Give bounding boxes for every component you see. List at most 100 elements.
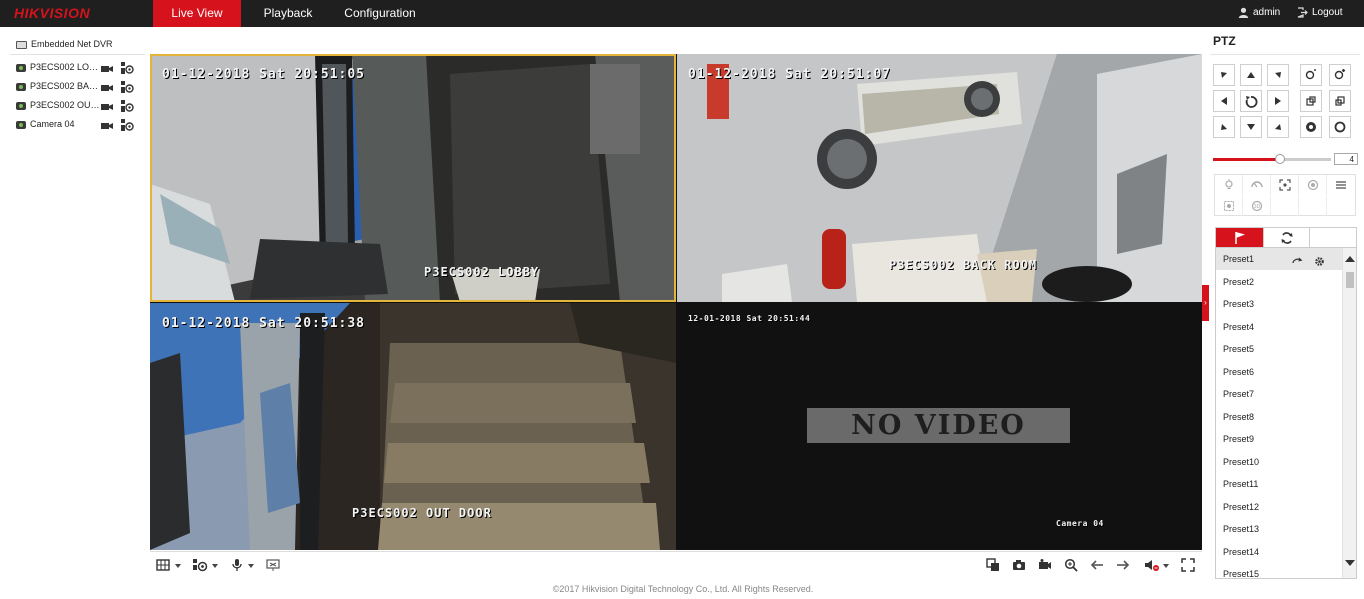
ptz-control-icon[interactable] bbox=[121, 81, 134, 96]
iris-open-button[interactable] bbox=[1329, 116, 1351, 138]
arrow-up-right-icon bbox=[1275, 72, 1281, 78]
preset-item[interactable]: Preset10 bbox=[1216, 451, 1343, 473]
lens-initialization-button[interactable] bbox=[1299, 175, 1327, 195]
preset-item[interactable]: Preset15 bbox=[1216, 563, 1343, 578]
zoom-out-button[interactable] bbox=[1300, 64, 1322, 86]
camera-tree-item[interactable]: P3ECS002 LOBBY bbox=[16, 61, 141, 77]
chevron-down-icon[interactable] bbox=[212, 564, 218, 568]
preset-item[interactable]: Preset14 bbox=[1216, 541, 1343, 563]
stream-icon bbox=[193, 559, 208, 572]
ptz-speed-handle[interactable] bbox=[1275, 154, 1286, 164]
stop-all-preview-button[interactable] bbox=[986, 558, 1002, 574]
chevron-down-icon[interactable] bbox=[175, 564, 181, 568]
chevron-down-icon[interactable] bbox=[248, 564, 254, 568]
video-tile-2[interactable]: 01-12-2018 Sat 20:51:07 P3ECS002 BACK RO… bbox=[677, 54, 1202, 302]
zoom-in-icon bbox=[1334, 69, 1345, 80]
preset-item[interactable]: Preset12 bbox=[1216, 496, 1343, 518]
preset-label: Preset6 bbox=[1223, 366, 1255, 377]
ptz-control-icon[interactable] bbox=[121, 100, 134, 115]
preset-item[interactable]: Preset5 bbox=[1216, 338, 1343, 360]
ptz-left-button[interactable] bbox=[1213, 90, 1235, 112]
record-icon[interactable] bbox=[101, 121, 113, 132]
scroll-down-arrow[interactable] bbox=[1345, 560, 1355, 566]
chevron-down-icon[interactable] bbox=[1163, 564, 1169, 568]
3d-positioning-button[interactable]: 3D bbox=[1243, 196, 1271, 216]
preset-item[interactable]: Preset6 bbox=[1216, 361, 1343, 383]
tab-patrol[interactable] bbox=[1263, 228, 1310, 248]
preset-item[interactable]: Preset1 bbox=[1216, 248, 1343, 270]
preset-item[interactable]: Preset4 bbox=[1216, 316, 1343, 338]
preset-label: Preset3 bbox=[1223, 299, 1255, 309]
previous-page-button[interactable] bbox=[1090, 558, 1106, 574]
ptz-control-icon[interactable] bbox=[121, 62, 134, 77]
preset-item[interactable]: Preset9 bbox=[1216, 428, 1343, 450]
camera-icon bbox=[16, 102, 26, 110]
tab-live-view[interactable]: Live View bbox=[153, 0, 241, 27]
manual-tracking-button[interactable] bbox=[1215, 196, 1243, 216]
record-icon[interactable] bbox=[101, 83, 113, 94]
ptz-down-left-button[interactable] bbox=[1213, 116, 1235, 138]
video-tile-1[interactable]: 01-12-2018 Sat 20:51:05 P3ECS002 LOBBY bbox=[150, 54, 676, 302]
display-mode-button[interactable] bbox=[266, 558, 282, 574]
video-tile-4[interactable]: 12-01-2018 Sat 20:51:44 NO VIDEO Camera … bbox=[677, 303, 1202, 550]
ptz-down-button[interactable] bbox=[1240, 116, 1262, 138]
light-icon bbox=[1224, 179, 1233, 189]
ptz-up-left-button[interactable] bbox=[1213, 64, 1235, 86]
ptz-right-button[interactable] bbox=[1267, 90, 1289, 112]
tab-configuration[interactable]: Configuration bbox=[336, 0, 424, 27]
window-layout-button[interactable] bbox=[156, 558, 172, 574]
preset-item[interactable]: Preset11 bbox=[1216, 473, 1343, 495]
camera-tree-item[interactable]: Camera 04 bbox=[16, 118, 141, 134]
tab-preset[interactable] bbox=[1216, 228, 1263, 248]
camera-icon bbox=[16, 64, 26, 72]
preset-label: Preset13 bbox=[1223, 524, 1260, 534]
iris-close-button[interactable] bbox=[1300, 116, 1322, 138]
preset-scrollbar[interactable] bbox=[1342, 248, 1356, 578]
preset-label: Preset2 bbox=[1223, 276, 1255, 287]
preset-item[interactable]: Preset7 bbox=[1216, 383, 1343, 405]
digital-zoom-button[interactable] bbox=[1064, 558, 1080, 574]
ptz-up-right-button[interactable] bbox=[1267, 64, 1289, 86]
capture-button[interactable] bbox=[1012, 558, 1028, 574]
stream-type-button[interactable] bbox=[192, 558, 208, 574]
camera-tree-item[interactable]: P3ECS002 OUT DOOR bbox=[16, 99, 141, 115]
wiper-button[interactable] bbox=[1243, 175, 1271, 195]
ptz-up-button[interactable] bbox=[1240, 64, 1262, 86]
ptz-down-right-button[interactable] bbox=[1267, 116, 1289, 138]
flag-icon bbox=[1234, 232, 1245, 244]
logout-button[interactable]: Logout bbox=[1297, 0, 1343, 27]
tab-pattern[interactable] bbox=[1310, 228, 1357, 248]
preset-item[interactable]: Preset8 bbox=[1216, 406, 1343, 428]
preset-label: Preset1 bbox=[1223, 254, 1255, 264]
record-button[interactable] bbox=[1038, 558, 1054, 574]
ptz-auto-scan-button[interactable] bbox=[1240, 90, 1262, 112]
wiper-icon bbox=[1250, 181, 1263, 188]
focus-far-button[interactable] bbox=[1329, 90, 1351, 112]
scroll-up-arrow[interactable] bbox=[1345, 256, 1355, 262]
set-preset-gear-icon[interactable] bbox=[1314, 253, 1325, 275]
record-icon[interactable] bbox=[101, 64, 113, 75]
collapse-ptz-handle[interactable]: › bbox=[1202, 285, 1209, 321]
next-page-button[interactable] bbox=[1116, 558, 1132, 574]
camera-tree-item[interactable]: P3ECS002 BACK ROOM bbox=[16, 80, 141, 96]
preset-item[interactable]: Preset3 bbox=[1216, 293, 1343, 315]
user-account[interactable]: admin bbox=[1238, 0, 1280, 27]
volume-button[interactable] bbox=[1144, 558, 1160, 574]
fullscreen-button[interactable] bbox=[1181, 558, 1197, 574]
more-functions-button[interactable] bbox=[1327, 175, 1355, 195]
call-preset-icon[interactable] bbox=[1292, 253, 1303, 275]
record-icon[interactable] bbox=[101, 102, 113, 113]
preset-item[interactable]: Preset13 bbox=[1216, 518, 1343, 540]
camera-feed-lobby bbox=[150, 54, 676, 302]
audio-button[interactable] bbox=[230, 558, 246, 574]
focus-near-button[interactable] bbox=[1300, 90, 1322, 112]
zoom-in-button[interactable] bbox=[1329, 64, 1351, 86]
video-tile-3[interactable]: 01-12-2018 Sat 20:51:38 P3ECS002 OUT DOO… bbox=[150, 303, 676, 550]
ptz-speed-slider[interactable] bbox=[1213, 154, 1331, 164]
tab-playback[interactable]: Playback bbox=[252, 0, 324, 27]
light-button[interactable] bbox=[1215, 175, 1243, 195]
scroll-thumb[interactable] bbox=[1346, 272, 1354, 288]
ptz-control-icon[interactable] bbox=[121, 119, 134, 134]
auxiliary-focus-button[interactable] bbox=[1271, 175, 1299, 195]
tree-root-dvr[interactable]: Embedded Net DVR bbox=[16, 39, 113, 49]
